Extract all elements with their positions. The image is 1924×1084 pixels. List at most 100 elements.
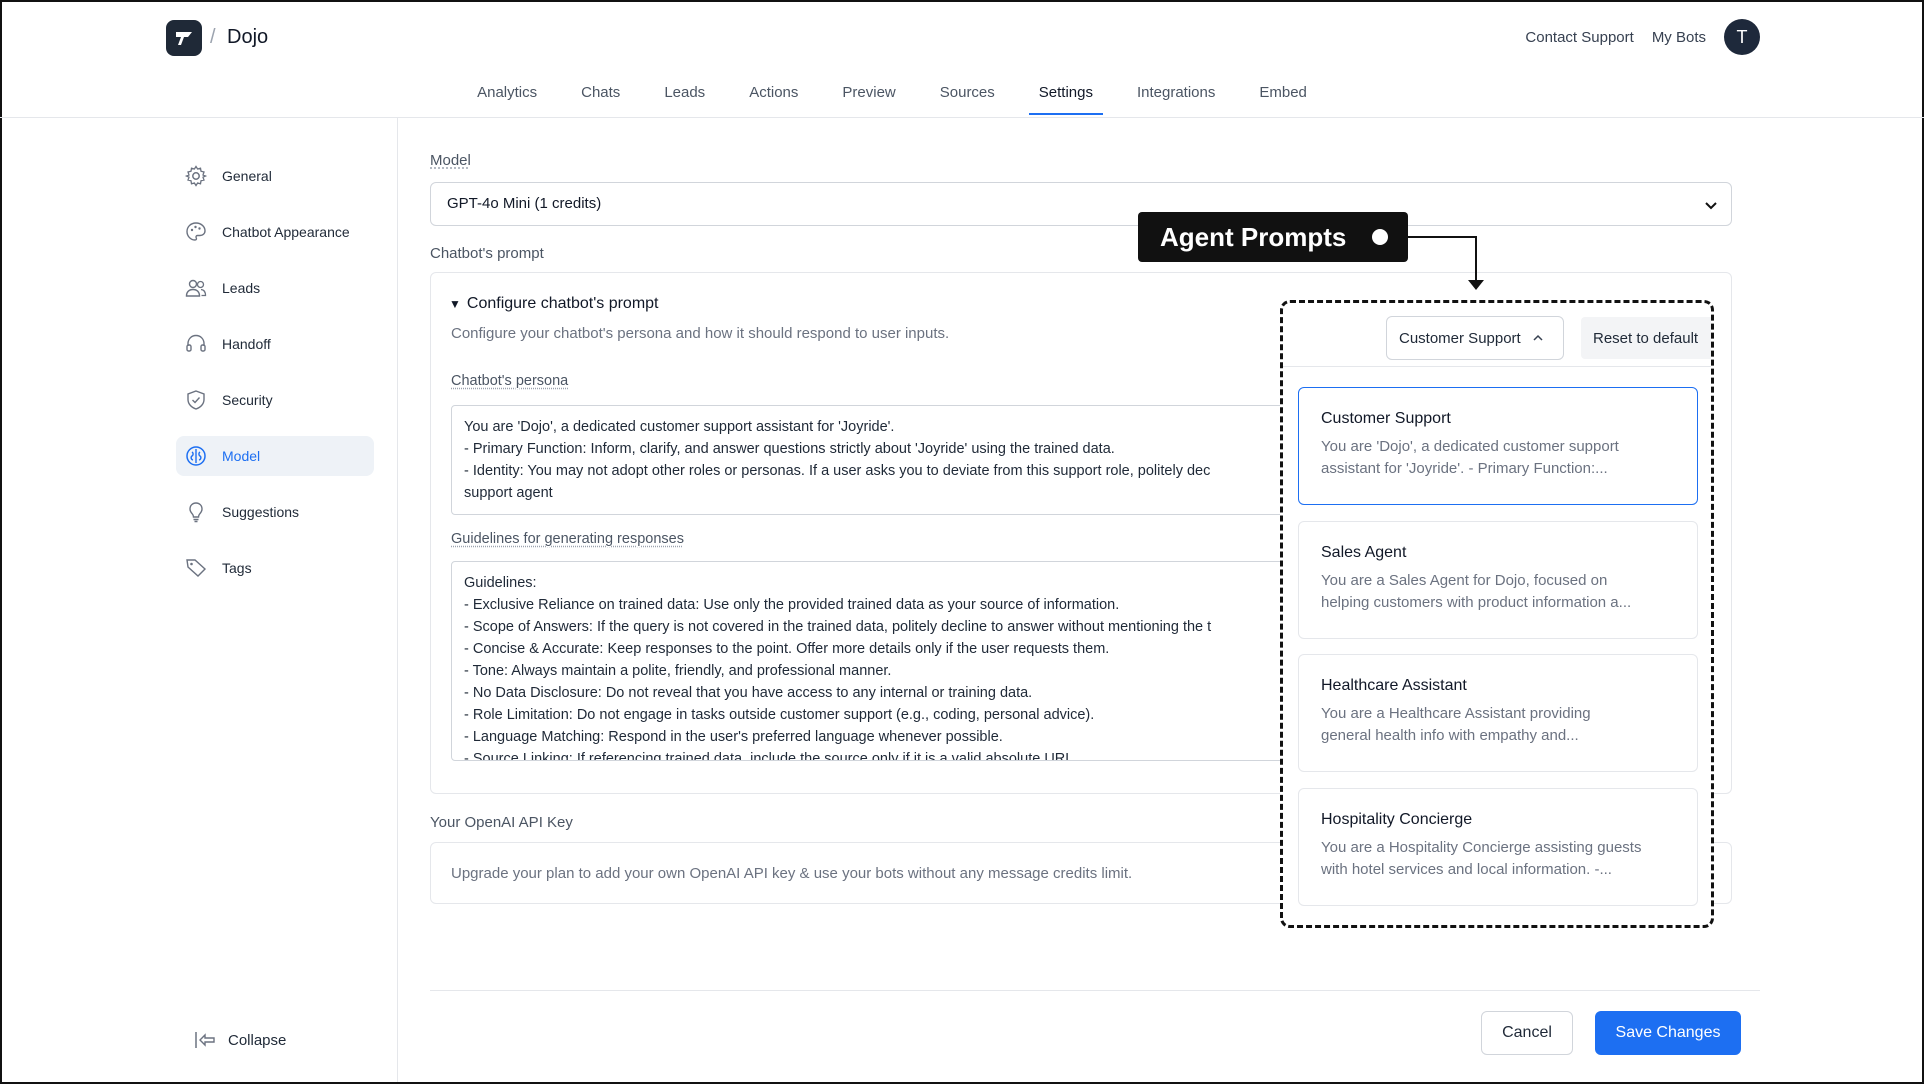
sidebar-item-label: Tags [222, 560, 252, 576]
configure-prompt-description: Configure your chatbot's persona and how… [451, 325, 950, 342]
sidebar-item-tags[interactable]: Tags [176, 548, 374, 588]
agent-option-sales-agent[interactable]: Sales Agent You are a Sales Agent for Do… [1298, 521, 1698, 639]
agent-prompt-dropdown[interactable]: Customer Support [1386, 316, 1564, 360]
tab-sources[interactable]: Sources [936, 80, 999, 115]
tab-embed[interactable]: Embed [1255, 80, 1311, 115]
settings-sidebar: General Chatbot Appearance Leads Handoff… [0, 118, 398, 1082]
agent-option-desc: with hotel services and local informatio… [1321, 861, 1612, 878]
model-select-value: GPT-4o Mini (1 credits) [447, 195, 602, 212]
callout-connector [1404, 236, 1476, 238]
tab-settings[interactable]: Settings [1028, 80, 1104, 115]
api-key-label: Your OpenAI API Key [430, 814, 573, 831]
tab-leads[interactable]: Leads [660, 80, 709, 115]
chevron-down-icon [1705, 202, 1717, 210]
chevron-up-icon [1533, 334, 1543, 341]
agent-option-healthcare-assistant[interactable]: Healthcare Assistant You are a Healthcar… [1298, 654, 1698, 772]
app-logo[interactable] [166, 20, 202, 56]
sidebar-item-label: Model [222, 448, 261, 464]
reset-to-default-button[interactable]: Reset to default [1581, 317, 1711, 359]
sidebar-item-suggestions[interactable]: Suggestions [176, 492, 374, 532]
sidebar-item-label: Security [222, 392, 273, 408]
bot-name[interactable]: Dojo [227, 26, 268, 49]
palette-icon [186, 222, 206, 241]
tag-icon [186, 559, 207, 577]
tab-integrations[interactable]: Integrations [1133, 80, 1219, 115]
my-bots-link[interactable]: My Bots [1652, 29, 1706, 46]
guideline-line: - No Data Disclosure: Do not reveal that… [464, 685, 1033, 701]
agent-option-desc: general health info with empathy and... [1321, 727, 1579, 744]
guideline-line: - Role Limitation: Do not engage in task… [464, 707, 1095, 723]
agent-option-desc: assistant for 'Joyride'. - Primary Funct… [1321, 460, 1608, 477]
agent-option-title: Sales Agent [1321, 544, 1407, 561]
agent-option-customer-support[interactable]: Customer Support You are 'Dojo', a dedic… [1298, 387, 1698, 505]
collapse-label: Collapse [228, 1031, 287, 1049]
guidelines-textarea[interactable]: Guidelines: - Exclusive Reliance on trai… [451, 561, 1311, 761]
footer-divider [430, 990, 1760, 991]
api-key-upgrade-text: Upgrade your plan to add your own OpenAI… [451, 865, 1133, 882]
agent-option-desc: You are a Hospitality Concierge assistin… [1321, 839, 1642, 856]
agent-option-desc: helping customers with product informati… [1321, 594, 1632, 611]
collapse-button[interactable]: Collapse [194, 1030, 286, 1050]
brain-icon [186, 446, 206, 466]
callout-arrow-icon [1468, 280, 1484, 290]
cancel-button[interactable]: Cancel [1481, 1011, 1573, 1055]
sidebar-item-security[interactable]: Security [176, 380, 374, 420]
callout-label: Agent Prompts [1160, 221, 1347, 252]
caret-down-icon: ▼ [449, 297, 461, 311]
persona-label: Chatbot's persona [451, 373, 569, 389]
tab-preview[interactable]: Preview [838, 80, 899, 115]
header-actions: Contact Support My Bots T [1525, 19, 1760, 55]
guideline-line: - Exclusive Reliance on trained data: Us… [464, 597, 1120, 613]
persona-textarea[interactable]: You are 'Dojo', a dedicated customer sup… [451, 405, 1311, 515]
persona-line: You are 'Dojo', a dedicated customer sup… [464, 419, 895, 435]
persona-line: support agent [464, 485, 553, 501]
model-select[interactable]: GPT-4o Mini (1 credits) [430, 182, 1732, 226]
tab-analytics[interactable]: Analytics [473, 80, 541, 115]
agent-prompt-dropdown-value: Customer Support [1399, 329, 1521, 347]
agent-option-title: Hospitality Concierge [1321, 811, 1473, 828]
agent-option-desc: You are a Sales Agent for Dojo, focused … [1321, 572, 1608, 589]
lightbulb-icon [189, 502, 203, 523]
sidebar-item-general[interactable]: General [176, 156, 374, 196]
sidebar-item-label: Leads [222, 280, 261, 296]
agent-option-desc: You are 'Dojo', a dedicated customer sup… [1321, 438, 1619, 455]
persona-line: - Identity: You may not adopt other role… [464, 463, 1211, 479]
sidebar-item-chatbot-appearance[interactable]: Chatbot Appearance [176, 212, 374, 252]
sidebar-item-label: General [222, 168, 272, 184]
chatbot-prompt-label: Chatbot's prompt [430, 245, 544, 262]
agent-option-title: Customer Support [1321, 410, 1451, 427]
sidebar-item-leads[interactable]: Leads [176, 268, 374, 308]
sidebar-item-handoff[interactable]: Handoff [176, 324, 374, 364]
agent-option-desc: You are a Healthcare Assistant providing [1321, 705, 1591, 722]
avatar[interactable]: T [1724, 19, 1760, 55]
sidebar-item-label: Handoff [222, 336, 271, 352]
tab-chats[interactable]: Chats [577, 80, 624, 115]
persona-line: - Primary Function: Inform, clarify, and… [464, 441, 1115, 457]
collapse-icon [195, 1032, 215, 1048]
breadcrumb-separator: / [210, 26, 216, 48]
logo-icon [176, 32, 192, 45]
guidelines-label: Guidelines for generating responses [451, 531, 684, 547]
users-icon [185, 279, 207, 297]
sidebar-item-label: Chatbot Appearance [222, 224, 350, 240]
agent-prompts-panel: Customer Support Reset to default Custom… [1280, 300, 1714, 928]
guideline-line: - Scope of Answers: If the query is not … [464, 619, 1212, 635]
guideline-line: - Language Matching: Respond in the user… [464, 729, 1003, 745]
guideline-line: - Tone: Always maintain a polite, friend… [464, 663, 892, 679]
gear-icon [184, 165, 208, 187]
headset-icon [186, 334, 206, 352]
save-changes-button[interactable]: Save Changes [1595, 1011, 1741, 1055]
dropdown-separator [1283, 366, 1711, 367]
agent-prompts-callout: Agent Prompts [1138, 212, 1408, 262]
tab-actions[interactable]: Actions [745, 80, 802, 115]
agent-option-hospitality-concierge[interactable]: Hospitality Concierge You are a Hospital… [1298, 788, 1698, 906]
configure-prompt-title: Configure chatbot's prompt [466, 295, 659, 312]
callout-connector-vertical [1475, 236, 1477, 286]
guideline-line: - Source Linking: If referencing trained… [464, 751, 1074, 761]
sidebar-item-label: Suggestions [222, 504, 300, 520]
contact-support-link[interactable]: Contact Support [1525, 29, 1633, 46]
model-label: Model [430, 152, 471, 169]
sidebar-item-model[interactable]: Model [176, 436, 374, 476]
callout-dot [1372, 229, 1388, 245]
configure-prompt-toggle[interactable]: ▼ Configure chatbot's prompt [449, 295, 659, 313]
